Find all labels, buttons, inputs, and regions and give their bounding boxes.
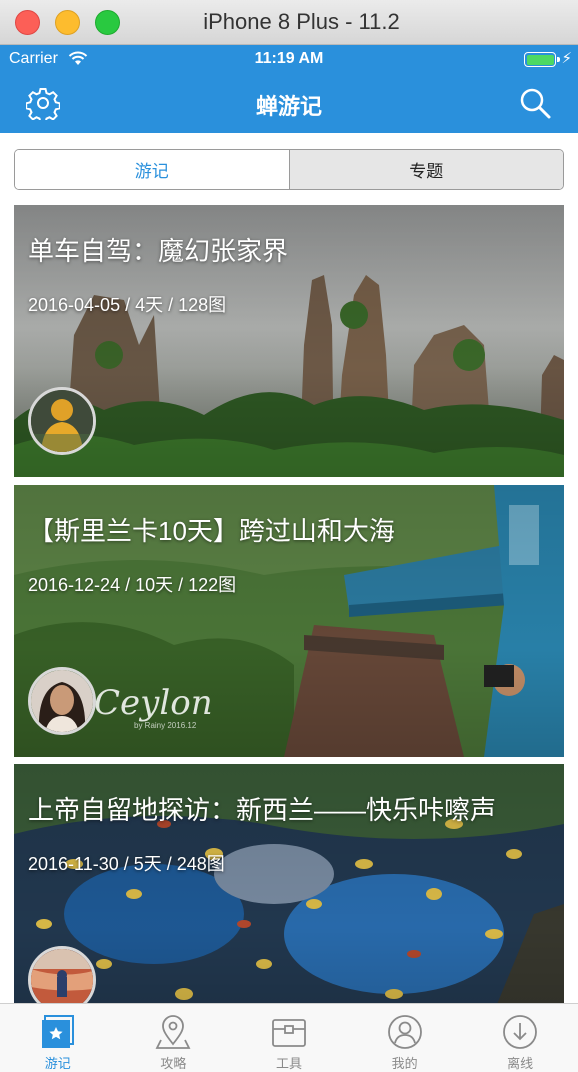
charging-icon: ⚡: [561, 50, 572, 67]
star-square-icon: [41, 1015, 74, 1048]
toolbox-icon: [272, 1019, 306, 1047]
photo-watermark: Ceylon: [94, 683, 213, 723]
travelogue-card[interactable]: 上帝自留地探访：新西兰——快乐咔嚓声 2016-11-30 / 5天 / 248…: [14, 764, 564, 1036]
battery-icon: [524, 52, 560, 67]
card-title: 【斯里兰卡10天】跨过山和大海: [28, 516, 395, 546]
segment-topics[interactable]: 专题: [288, 150, 563, 189]
author-avatar[interactable]: [28, 667, 96, 735]
tab-bar: 游记 攻略 工具 我的 离线: [0, 1003, 578, 1072]
location-pin-icon: [155, 1015, 191, 1049]
card-meta: 2016-11-30 / 5天 / 248图: [28, 854, 225, 874]
tab-offline[interactable]: 离线: [462, 1004, 578, 1072]
status-bar: Carrier 11:19 AM ⚡: [0, 45, 578, 73]
user-icon: [387, 1015, 422, 1049]
segmented-control: 游记 专题: [14, 149, 564, 190]
tab-label: 游记: [44, 1056, 71, 1071]
tab-label: 我的: [391, 1056, 418, 1071]
card-meta: 2016-12-24 / 10天 / 122图: [28, 575, 237, 595]
page-title: 蝉游记: [255, 94, 322, 119]
download-icon: [503, 1015, 538, 1049]
segment-travelogue[interactable]: 游记: [15, 150, 289, 189]
photo-watermark-credit: by Rainy 2016.12: [134, 721, 197, 730]
simulator-titlebar: iPhone 8 Plus - 11.2: [0, 0, 578, 45]
tab-guides[interactable]: 攻略: [116, 1004, 232, 1072]
card-title: 上帝自留地探访：新西兰——快乐咔嚓声: [28, 795, 497, 825]
tab-label: 离线: [507, 1056, 534, 1071]
status-time: 11:19 AM: [254, 50, 324, 67]
window-title: iPhone 8 Plus - 11.2: [203, 9, 400, 34]
search-icon[interactable]: [518, 86, 552, 120]
tab-label: 工具: [275, 1056, 302, 1071]
tab-mine[interactable]: 我的: [347, 1004, 463, 1072]
tab-tools[interactable]: 工具: [231, 1004, 347, 1072]
travelogue-card[interactable]: 【斯里兰卡10天】跨过山和大海 2016-12-24 / 10天 / 122图 …: [14, 485, 564, 757]
card-meta: 2016-04-05 / 4天 / 128图: [28, 295, 227, 315]
author-avatar[interactable]: [28, 387, 96, 455]
tab-travelogue[interactable]: 游记: [0, 1004, 116, 1072]
tab-label: 攻略: [160, 1056, 187, 1071]
card-title: 单车自驾：魔幻张家界: [28, 236, 289, 266]
travelogue-card[interactable]: 单车自驾：魔幻张家界 2016-04-05 / 4天 / 128图: [14, 205, 564, 477]
navigation-bar: 蝉游记: [0, 73, 578, 133]
